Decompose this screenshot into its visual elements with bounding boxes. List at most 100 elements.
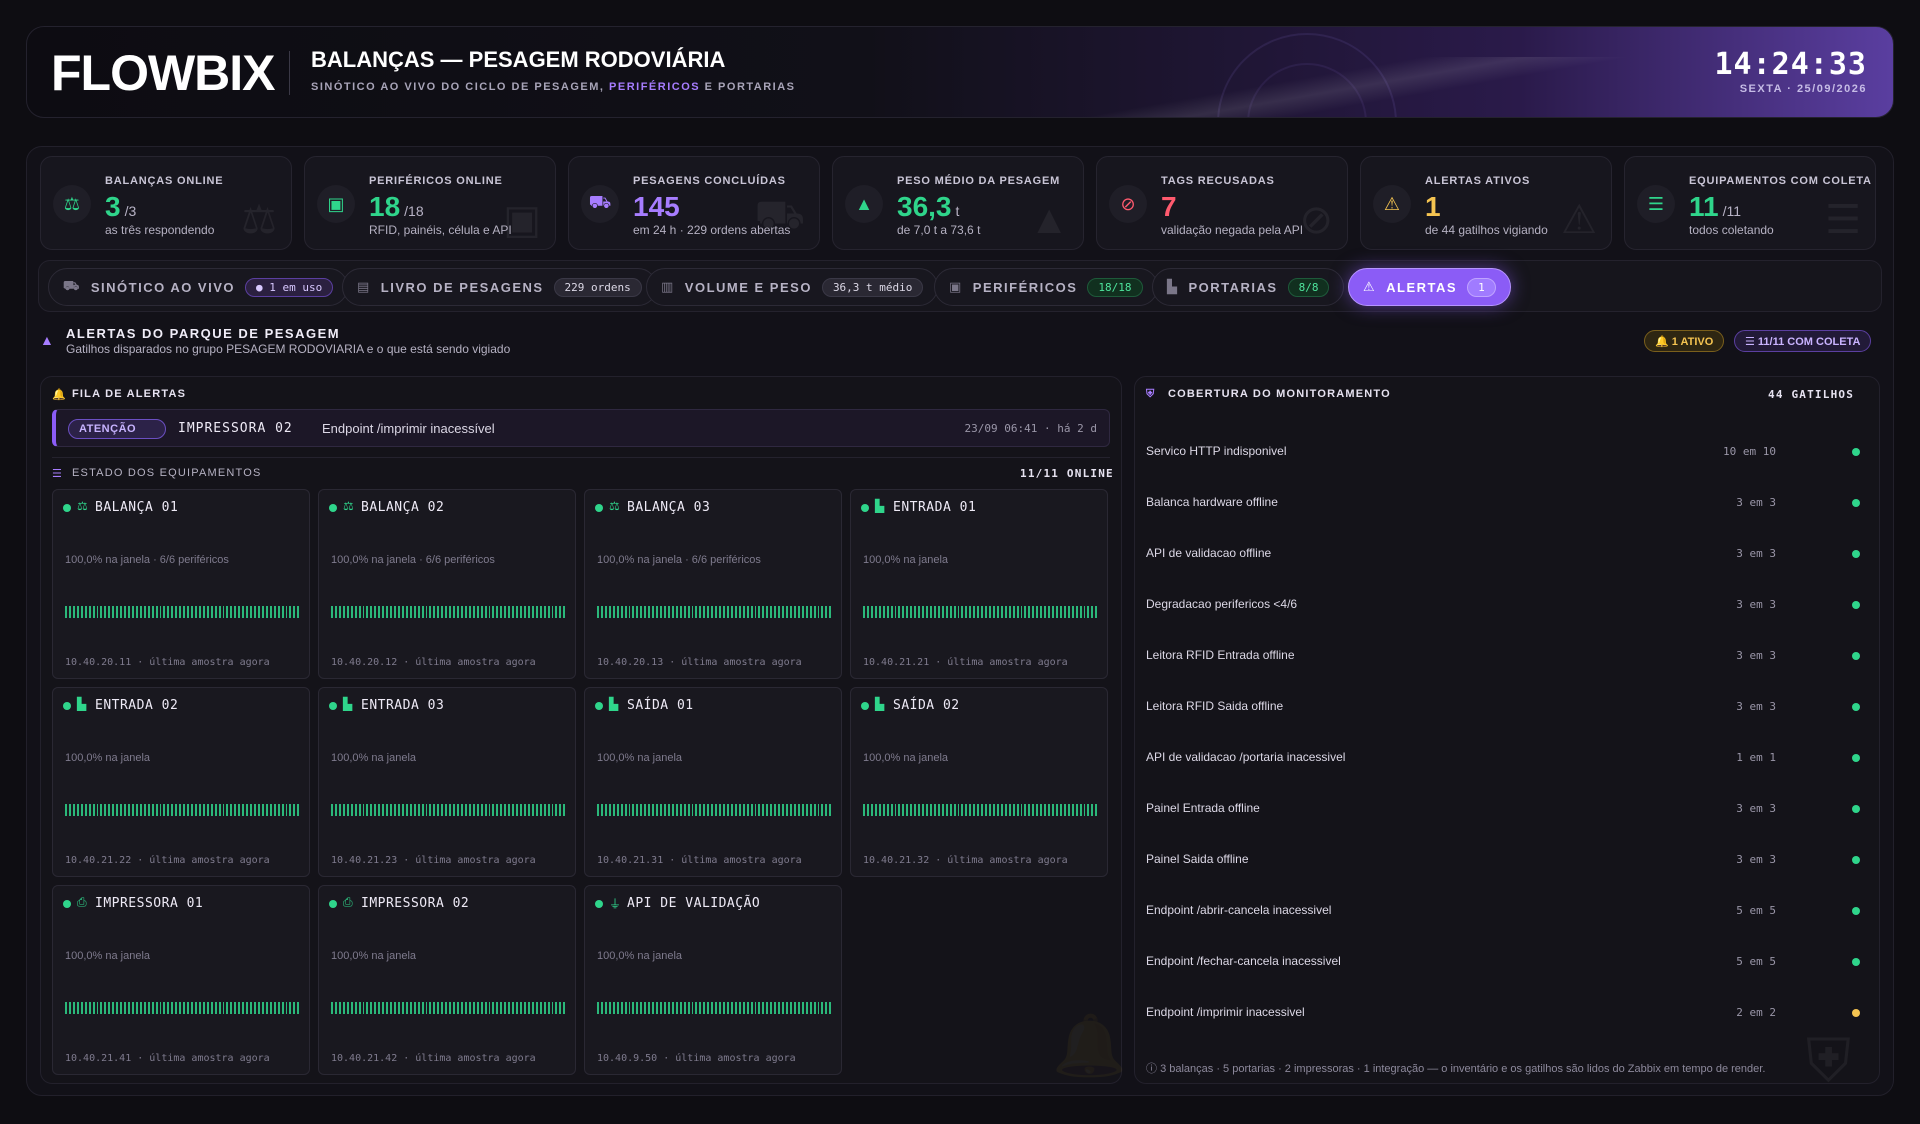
- spark-bar: [155, 804, 158, 816]
- tab-livro-de-pesagens[interactable]: ▤ LIVRO DE PESAGENS 229 ordens: [342, 268, 657, 306]
- spark-bar: [949, 606, 952, 618]
- spark-bar: [648, 804, 651, 816]
- spark-bar: [183, 804, 186, 816]
- spark-bar: [476, 804, 479, 816]
- equipment-card[interactable]: ⎙ IMPRESSORA 01 100,0% na janela 10.40.2…: [52, 885, 310, 1075]
- spark-bar: [902, 804, 905, 816]
- spark-bar: [76, 1002, 79, 1014]
- spark-bar: [394, 804, 396, 816]
- active-alerts-badge[interactable]: 🔔 1 ATIVO: [1644, 330, 1725, 352]
- spark-bar: [281, 1002, 284, 1014]
- spark-bar: [1052, 804, 1054, 816]
- equipment-card[interactable]: ⚖ BALANÇA 03 100,0% na janela · 6/6 peri…: [584, 489, 842, 679]
- equipment-card[interactable]: ▙ ENTRADA 03 100,0% na janela 10.40.21.2…: [318, 687, 576, 877]
- equipment-card[interactable]: ▙ SAÍDA 01 100,0% na janela 10.40.21.31 …: [584, 687, 842, 877]
- tab-portarias[interactable]: ▙ PORTARIAS 8/8: [1152, 268, 1345, 306]
- equipment-card[interactable]: ▙ SAÍDA 02 100,0% na janela 10.40.21.32 …: [850, 687, 1108, 877]
- spark-bar: [667, 804, 670, 816]
- status-dot: [63, 504, 71, 512]
- spark-bar: [797, 804, 800, 816]
- spark-bar: [660, 804, 662, 816]
- equipment-card[interactable]: ▙ ENTRADA 01 100,0% na janela 10.40.21.2…: [850, 489, 1108, 679]
- spark-bar: [128, 804, 130, 816]
- tab-sin-tico-ao-vivo[interactable]: ⛟ SINÓTICO AO VIVO ● 1 em uso: [48, 268, 349, 306]
- spark-bar: [766, 606, 769, 618]
- spark-bar: [354, 804, 357, 816]
- spark-bar: [297, 1002, 300, 1014]
- spark-bar: [516, 804, 518, 816]
- block-icon: ⊘: [1109, 185, 1147, 223]
- equipment-card[interactable]: ⎙ IMPRESSORA 02 100,0% na janela 10.40.2…: [318, 885, 576, 1075]
- spark-bar: [734, 1002, 737, 1014]
- spark-bar: [1028, 804, 1031, 816]
- spark-bar: [758, 804, 761, 816]
- kpi-card: ▣ PERIFÉRICOS ONLINE 18/18 RFID, painéis…: [304, 156, 556, 250]
- header-divider: [289, 51, 290, 95]
- spark-bar: [378, 606, 381, 618]
- spark-bar: [679, 606, 682, 618]
- spark-bar: [143, 804, 146, 816]
- spark-bar: [675, 1002, 678, 1014]
- tab-alertas[interactable]: ⚠ ALERTAS 1: [1348, 268, 1511, 306]
- spark-bar: [1059, 804, 1062, 816]
- equipment-card[interactable]: ▙ ENTRADA 02 100,0% na janela 10.40.21.2…: [52, 687, 310, 877]
- spark-bar: [338, 606, 341, 618]
- spark-bar: [941, 804, 944, 816]
- spark-bar: [460, 804, 463, 816]
- spark-bar: [758, 1002, 761, 1014]
- spark-bar: [801, 606, 804, 618]
- equipment-card[interactable]: ⏚ API DE VALIDAÇÃO 100,0% na janela 10.4…: [584, 885, 842, 1075]
- spark-bar: [523, 606, 526, 618]
- spark-bar: [246, 804, 249, 816]
- spark-bar: [1020, 804, 1023, 816]
- spark-bar: [261, 606, 264, 618]
- equipment-card[interactable]: ⚖ BALANÇA 02 100,0% na janela · 6/6 peri…: [318, 489, 576, 679]
- date-label: SEXTA · 25/09/2026: [1739, 83, 1867, 95]
- spark-bar: [242, 1002, 245, 1014]
- collection-badge[interactable]: ☰ 11/11 COM COLETA: [1734, 330, 1872, 352]
- spark-bar: [167, 606, 170, 618]
- spark-bar: [648, 606, 651, 618]
- status-dot: [1852, 499, 1860, 507]
- spark-bar: [786, 1002, 788, 1014]
- spark-bar: [730, 804, 733, 816]
- tab-volume-e-peso[interactable]: ▥ VOLUME E PESO 36,3 t médio: [646, 268, 939, 306]
- spark-bar: [597, 606, 599, 618]
- spark-bar: [342, 606, 345, 618]
- spark-bar: [226, 1002, 229, 1014]
- spark-bar: [187, 804, 189, 816]
- spark-bar: [797, 1002, 800, 1014]
- trigger-name: Endpoint /fechar-cancela inacessivel: [1146, 954, 1341, 968]
- spark-bar: [1067, 606, 1070, 618]
- scale-icon: ⚖: [53, 185, 91, 223]
- spark-bar: [703, 1002, 706, 1014]
- spark-bar: [703, 804, 706, 816]
- spark-bar: [620, 606, 623, 618]
- alert-item[interactable]: ATENÇÃO IMPRESSORA 02 Endpoint /imprimir…: [52, 409, 1110, 447]
- spark-bar: [608, 804, 611, 816]
- spark-bar: [671, 804, 674, 816]
- spark-bar: [671, 1002, 674, 1014]
- spark-bar: [863, 606, 865, 618]
- tab-perif-ricos[interactable]: ▣ PERIFÉRICOS 18/18: [934, 268, 1158, 306]
- spark-bar: [273, 804, 276, 816]
- status-dot: [1852, 754, 1860, 762]
- spark-bar: [285, 1002, 288, 1014]
- spark-bar: [334, 804, 337, 816]
- spark-bar: [464, 804, 467, 816]
- spark-bar: [973, 606, 976, 618]
- kpi-value: 11/11: [1689, 191, 1741, 223]
- spark-bar: [620, 1002, 623, 1014]
- spark-bar: [829, 804, 832, 816]
- spark-bar: [242, 606, 245, 618]
- status-dot: [861, 702, 869, 710]
- spark-bar: [480, 606, 483, 618]
- truck-icon: ⛟: [754, 193, 805, 237]
- spark-bar: [825, 1002, 828, 1014]
- equipment-card[interactable]: ⚖ BALANÇA 01 100,0% na janela · 6/6 peri…: [52, 489, 310, 679]
- coverage-row: Degradacao perifericos <4/6 3 em 3: [1146, 595, 1870, 615]
- tab-count-pill: 229 ordens: [553, 277, 642, 297]
- spark-bar: [687, 804, 690, 816]
- spark-bar: [512, 1002, 515, 1014]
- spark-bar: [1095, 804, 1098, 816]
